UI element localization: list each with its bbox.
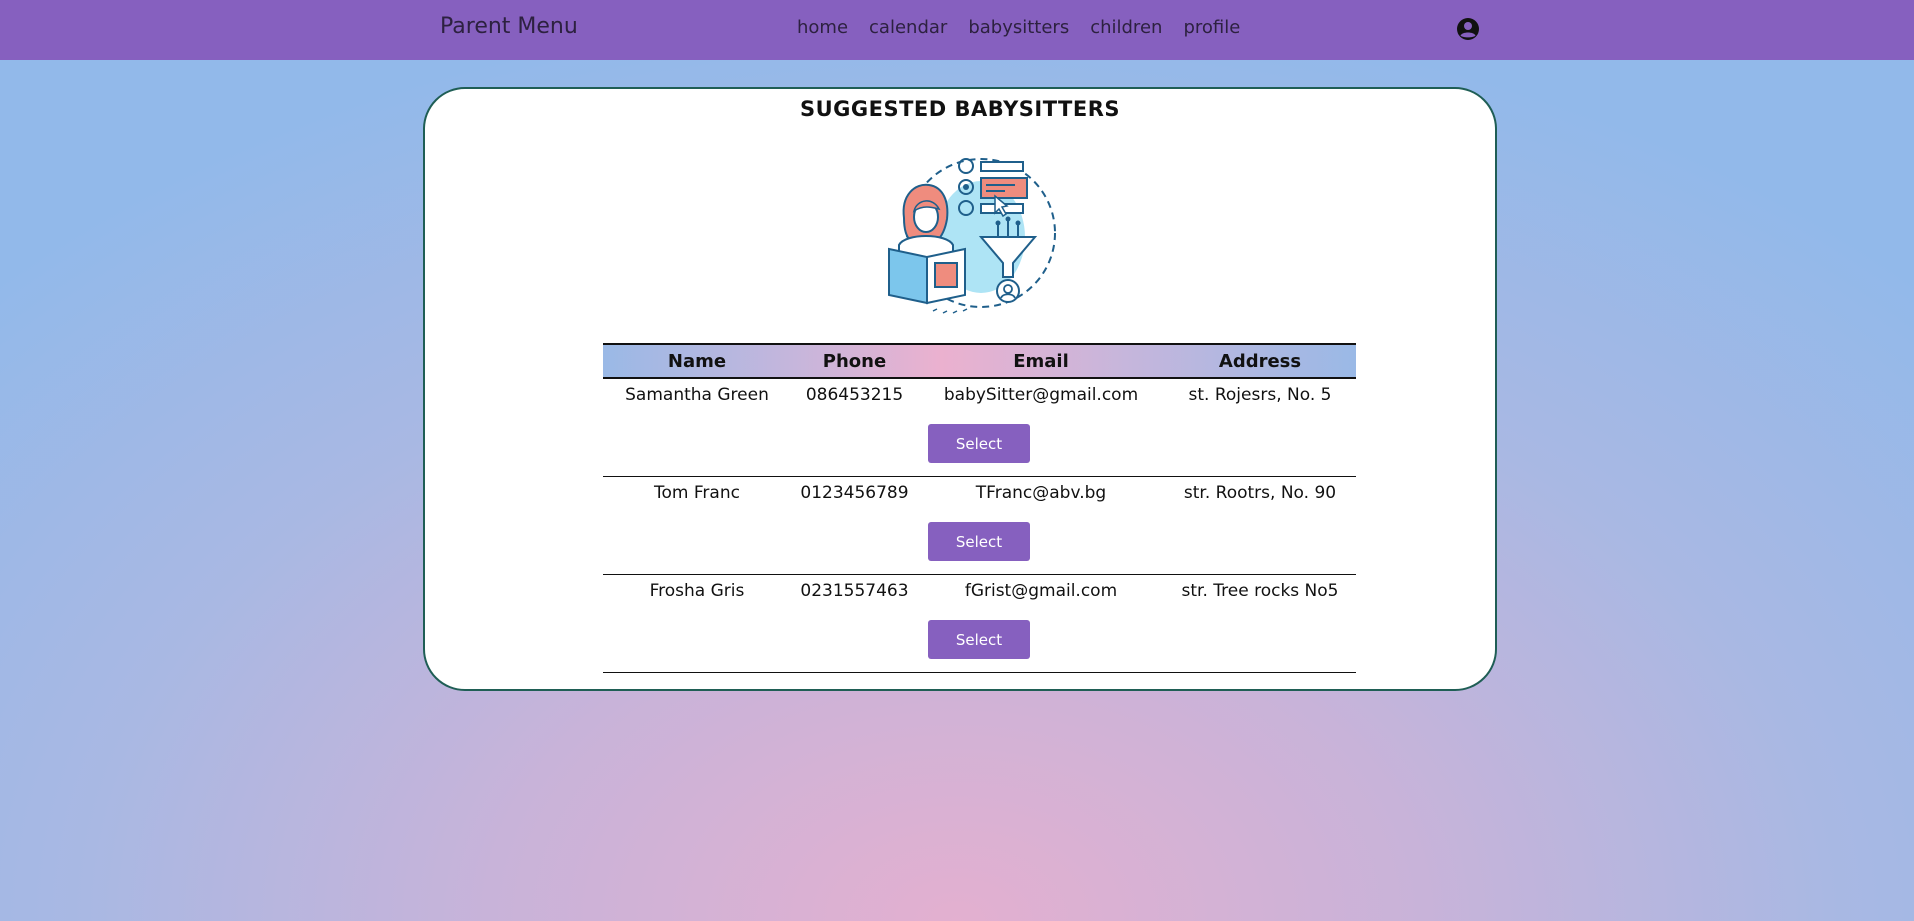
- nav-link-babysitters[interactable]: babysitters: [968, 17, 1069, 38]
- person-reading-filter-illustration: [888, 158, 1056, 314]
- page-title: SUGGESTED BABYSITTERS: [799, 97, 1121, 121]
- babysitter-email: TFranc@abv.bg: [975, 483, 1107, 503]
- babysitter-phone: 086453215: [805, 385, 904, 405]
- babysitter-phone: 0123456789: [800, 483, 909, 503]
- select-button[interactable]: Select: [928, 424, 1030, 463]
- babysitters-table: Name Phone Email Address Samantha Green …: [603, 343, 1356, 673]
- babysitter-name: Tom Franc: [654, 483, 740, 503]
- babysitter-email: fGrist@gmail.com: [964, 581, 1118, 601]
- select-button[interactable]: Select: [928, 620, 1030, 659]
- babysitter-address: str. Tree rocks No5: [1181, 581, 1339, 601]
- top-navbar: Parent Menu home calendar babysitters ch…: [0, 0, 1914, 60]
- babysitter-address: str. Rootrs, No. 90: [1183, 483, 1337, 503]
- nav-link-calendar[interactable]: calendar: [869, 17, 947, 38]
- babysitter-name: Frosha Gris: [649, 581, 745, 601]
- nav-link-home[interactable]: home: [797, 17, 848, 38]
- table-row: Frosha Gris 0231557463 fGrist@gmail.com …: [603, 575, 1356, 673]
- brand-title[interactable]: Parent Menu: [440, 14, 578, 39]
- user-circle-icon[interactable]: [1456, 17, 1480, 41]
- table-row: Samantha Green 086453215 babySitter@gmai…: [603, 379, 1356, 477]
- babysitter-address: st. Rojesrs, No. 5: [1188, 385, 1332, 405]
- header-phone: Phone: [822, 350, 887, 372]
- select-button[interactable]: Select: [928, 522, 1030, 561]
- header-email: Email: [1013, 350, 1069, 372]
- babysitters-card: SUGGESTED BABYSITTERS Name Phone Email A…: [423, 87, 1497, 691]
- babysitter-phone: 0231557463: [800, 581, 909, 601]
- babysitter-email: babySitter@gmail.com: [943, 385, 1139, 405]
- nav-link-children[interactable]: children: [1090, 17, 1162, 38]
- nav-link-profile[interactable]: profile: [1183, 17, 1240, 38]
- header-name: Name: [667, 350, 727, 372]
- table-header: Name Phone Email Address: [603, 343, 1356, 379]
- table-row: Tom Franc 0123456789 TFranc@abv.bg str. …: [603, 477, 1356, 575]
- babysitter-name: Samantha Green: [625, 385, 769, 405]
- header-address: Address: [1218, 350, 1302, 372]
- nav-links: home calendar babysitters children profi…: [797, 17, 1240, 38]
